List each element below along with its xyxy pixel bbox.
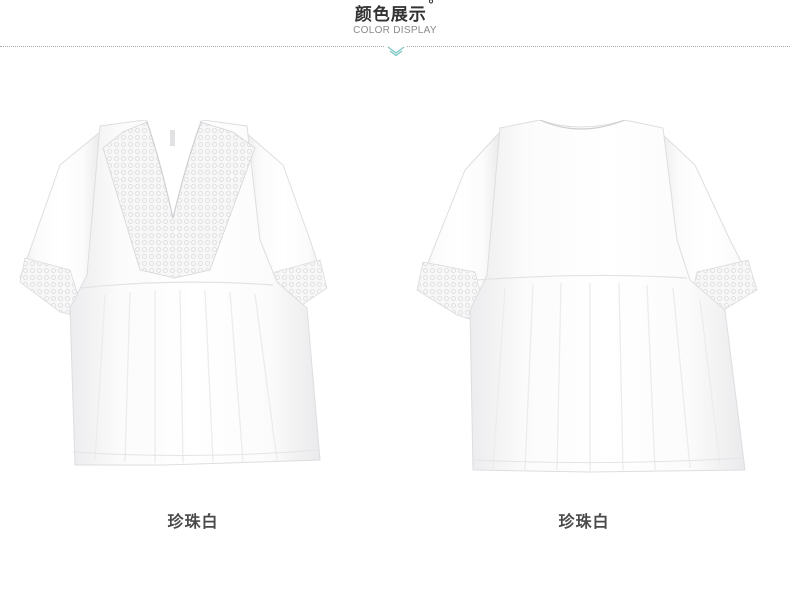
- product-image-front: [19, 120, 328, 466]
- section-subtitle: COLOR DISPLAY: [353, 25, 437, 36]
- title-degree-mark: °: [427, 0, 436, 13]
- chevron-down-icon: [385, 44, 407, 58]
- color-name-back: 珍珠白: [558, 512, 610, 531]
- color-name-front: 珍珠白: [167, 512, 219, 531]
- section-title: 颜色展示°: [0, 0, 790, 25]
- product-image-back: [416, 120, 758, 473]
- section-title-text: 颜色展示: [354, 5, 427, 25]
